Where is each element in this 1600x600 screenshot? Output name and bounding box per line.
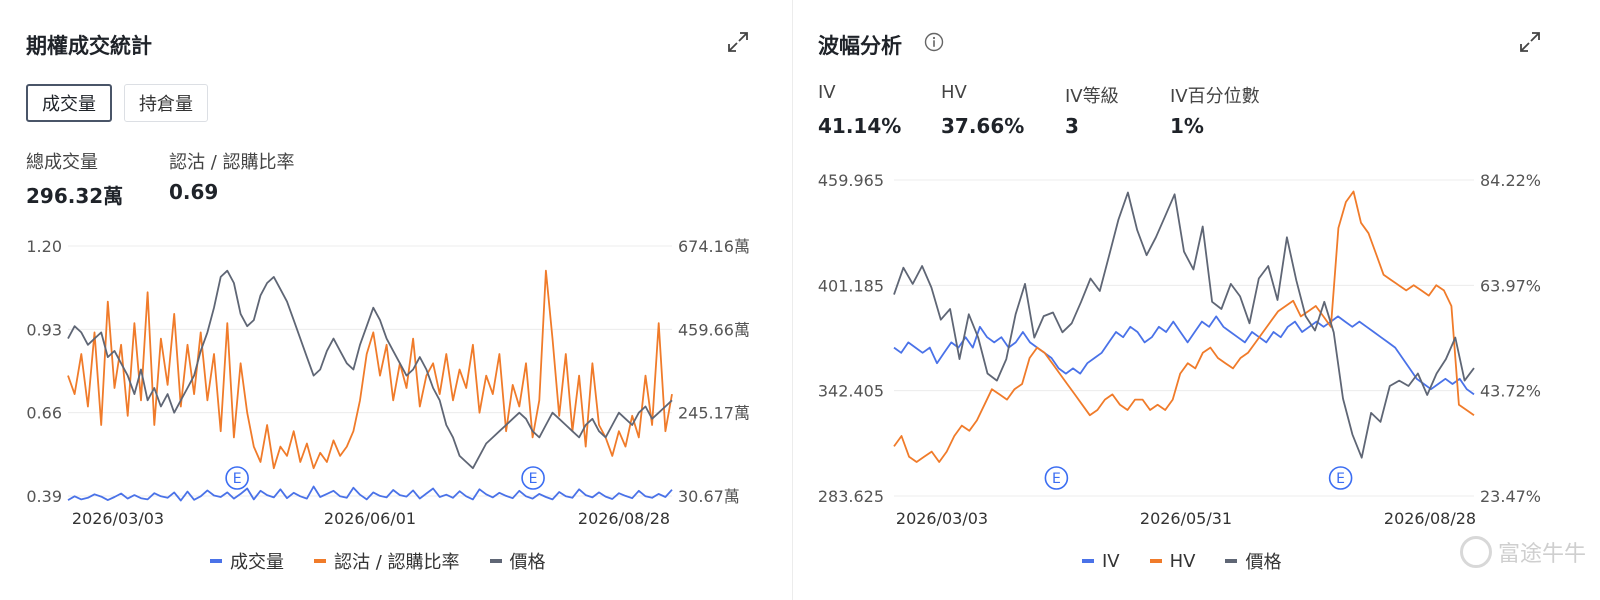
x-tick-label: 2026/03/03 (896, 509, 988, 528)
legend-label-price: 價格 (1245, 552, 1282, 573)
y-left-tick-label: 0.93 (26, 320, 62, 339)
y-left-tick-label: 401.185 (818, 276, 884, 295)
series-line-1 (67, 269, 673, 470)
option-volume-panel: 期權成交統計 成交量 持倉量 總成交量 296.32萬 認沽 / 認購比率 0.… (0, 0, 790, 600)
legend-item-iv[interactable]: IV (1082, 548, 1120, 574)
y-left-tick-label: 283.625 (818, 487, 884, 506)
earnings-event-label: E (233, 471, 242, 487)
legend-swatch-price (489, 559, 502, 563)
y-right-tick-label: 245.17萬 (678, 404, 750, 423)
futu-logo-icon (1459, 536, 1492, 568)
y-right-tick-label: 674.16萬 (678, 237, 750, 256)
earnings-event-label: E (529, 471, 538, 487)
x-tick-label: 2026/06/01 (324, 509, 416, 528)
volume-chart: 1.20 674.16萬 0.93 459.66萬 0.66 245.17萬 0.39 30.… (26, 237, 750, 528)
legend-label-put-call-ratio: 認沽 / 認購比率 (334, 552, 460, 573)
series-line-0 (67, 485, 673, 502)
y-right-tick-label: 30.67萬 (678, 487, 740, 506)
legend-item-put-call-ratio[interactable]: 認沽 / 認購比率 (314, 548, 460, 574)
legend-item-price[interactable]: 價格 (489, 548, 546, 574)
y-left-tick-label: 1.20 (26, 237, 62, 256)
series-line-2 (893, 191, 1475, 459)
legend-swatch-hv (1149, 559, 1162, 563)
chart-legend: IV HV 價格 (1082, 548, 1281, 574)
legend-item-price[interactable]: 價格 (1225, 548, 1281, 574)
y-left-tick-label: 0.39 (26, 487, 62, 506)
y-left-tick-label: 0.66 (26, 404, 62, 423)
futu-watermark: 富途牛牛 (1459, 536, 1586, 568)
panel-divider (792, 0, 793, 600)
y-right-tick-label: 23.47% (1480, 487, 1541, 506)
legend-label-price: 價格 (509, 552, 546, 573)
chart-legend: 成交量 認沽 / 認購比率 價格 (210, 548, 546, 574)
legend-swatch-volume (210, 559, 222, 563)
y-left-tick-label: 459.965 (818, 171, 884, 190)
legend-item-volume[interactable]: 成交量 (210, 548, 284, 574)
legend-item-hv[interactable]: HV (1149, 548, 1196, 574)
series-line-1 (893, 190, 1475, 463)
legend-label-hv: HV (1169, 550, 1196, 572)
y-right-tick-label: 84.22% (1480, 171, 1541, 190)
legend-swatch-iv (1082, 559, 1094, 563)
x-tick-label: 2026/08/28 (1384, 509, 1476, 528)
volatility-chart: 459.965 84.22% 401.185 63.97% 342.405 43.72% 2… (818, 171, 1541, 528)
volatility-panel: 波幅分析 IV 41.14% HV 37.66% IV等級 3 IV百分位數 1… (810, 0, 1600, 600)
legend-swatch-price (1225, 559, 1238, 563)
y-right-tick-label: 43.72% (1480, 382, 1541, 401)
x-tick-label: 2026/05/31 (1140, 509, 1232, 528)
legend-label-iv: IV (1102, 550, 1120, 572)
legend-swatch-put-call-ratio (314, 559, 326, 563)
legend-label-volume: 成交量 (230, 552, 284, 573)
x-tick-label: 2026/08/28 (578, 509, 670, 528)
y-right-tick-label: 63.97% (1480, 276, 1541, 295)
x-tick-label: 2026/03/03 (72, 509, 164, 528)
y-right-tick-label: 459.66萬 (678, 320, 750, 339)
earnings-event-label: E (1052, 471, 1061, 487)
series-line-0 (893, 315, 1475, 396)
earnings-event-label: E (1336, 471, 1345, 487)
watermark-text: 富途牛牛 (1497, 542, 1586, 567)
y-left-tick-label: 342.405 (818, 382, 884, 401)
